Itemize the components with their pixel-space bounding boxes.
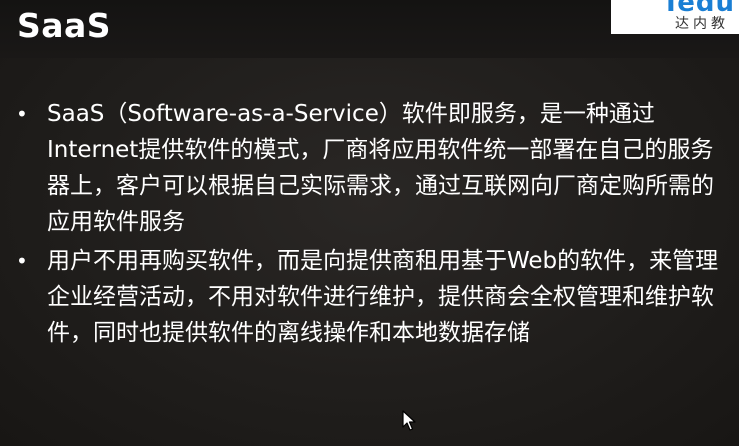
presentation-slide: SaaS Tedu 达内教 • SaaS（Software-as-a-Servi… — [0, 0, 739, 446]
bullet-item: • 用户不用再购买软件，而是向提供商租用基于Web的软件，来管理企业经营活动，不… — [14, 243, 724, 351]
bullet-item: • SaaS（Software-as-a-Service）软件即服务，是一种通过… — [14, 96, 724, 240]
logo-text: 达内教 — [675, 16, 729, 32]
bullet-text: SaaS（Software-as-a-Service）软件即服务，是一种通过In… — [47, 101, 714, 235]
brand-logo: Tedu 达内教 — [611, 0, 739, 34]
mouse-pointer-icon — [402, 410, 416, 431]
slide-title: SaaS — [17, 6, 112, 45]
bullet-text: 用户不用再购买软件，而是向提供商租用基于Web的软件，来管理企业经营活动，不用对… — [47, 248, 719, 346]
bullet-dot-icon: • — [16, 102, 28, 126]
bullet-dot-icon: • — [16, 249, 28, 273]
bullet-list: • SaaS（Software-as-a-Service）软件即服务，是一种通过… — [14, 96, 724, 354]
